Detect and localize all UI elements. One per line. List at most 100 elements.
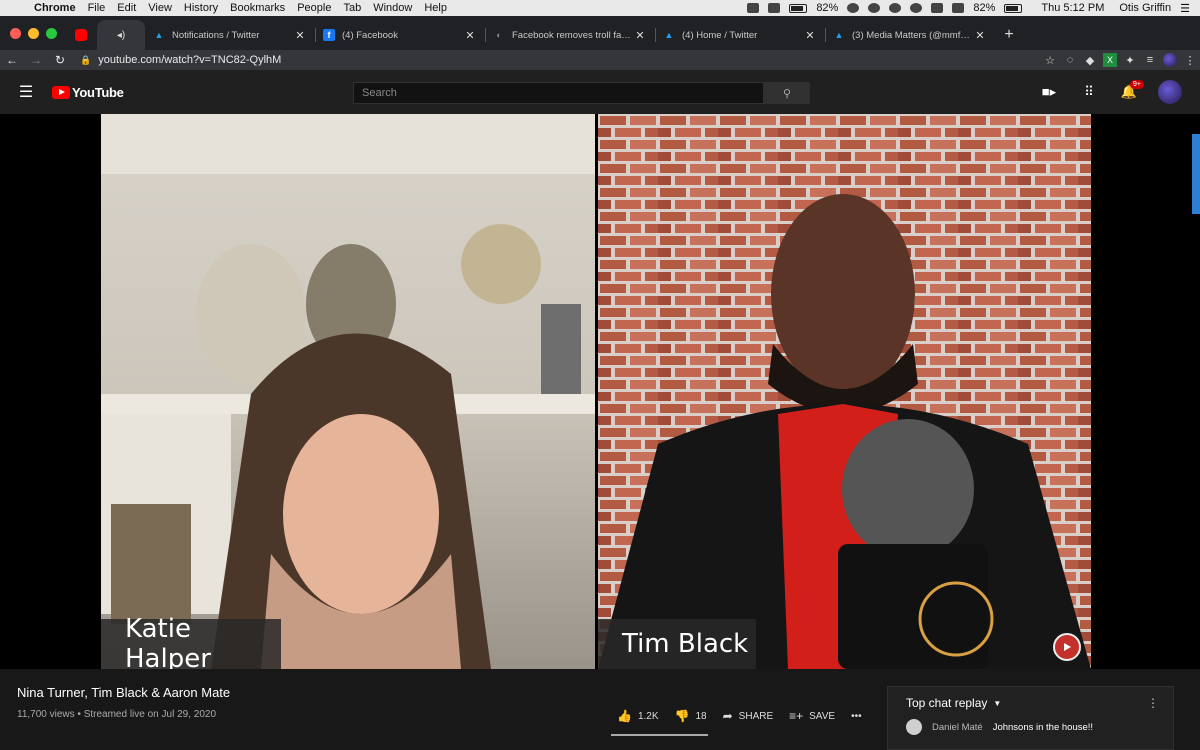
chevron-down-icon[interactable]: ▼ (993, 699, 1001, 708)
close-tab-icon[interactable]: ✕ (633, 29, 647, 42)
audio-playing-icon[interactable]: ◂) (117, 30, 125, 41)
menu-view[interactable]: View (142, 2, 178, 14)
url-text[interactable]: youtube.com/watch?v=TNC82-QylhM (98, 54, 281, 66)
close-window-button[interactable] (10, 27, 21, 39)
menu-tab[interactable]: Tab (337, 2, 367, 14)
facebook-icon: f (323, 29, 335, 41)
time-machine-icon[interactable] (889, 3, 902, 13)
save-button[interactable]: ≡+ SAVE (789, 709, 835, 723)
excel-extension-icon[interactable]: X (1103, 53, 1117, 67)
back-icon[interactable]: ← (0, 53, 24, 67)
youtube-header: ☰ YouTube Search ⚲ ■▸ ⠿ 🔔 9+ (0, 70, 1200, 114)
more-actions-button[interactable]: ••• (851, 711, 862, 722)
forward-icon[interactable]: → (24, 53, 48, 67)
chat-menu-icon[interactable]: ⋮ (1147, 696, 1173, 710)
minimize-window-button[interactable] (28, 27, 39, 39)
bookmark-star-icon[interactable]: ☆ (1040, 54, 1060, 67)
lock-icon[interactable]: 🔒 (80, 55, 91, 66)
profile-avatar-icon[interactable] (1160, 53, 1180, 67)
twitter-icon: ▲ (834, 30, 844, 40)
scrollbar-strip[interactable] (1192, 114, 1200, 669)
youtube-favicon-icon (75, 29, 87, 41)
new-tab-button[interactable]: + (995, 20, 1023, 50)
close-tab-icon[interactable]: ✕ (803, 29, 817, 42)
extension-icon[interactable]: ◌ (1060, 54, 1080, 66)
reload-icon[interactable]: ↻ (48, 53, 72, 67)
video-player[interactable]: Katie Halper Tim Black (0, 114, 1200, 669)
close-tab-icon[interactable]: ✕ (463, 29, 477, 42)
share-icon: ➦ (722, 709, 733, 723)
tab-facebook-troll-farm[interactable]: ◐ Facebook removes troll farm p ✕ (485, 20, 655, 50)
puzzle-extensions-icon[interactable]: ✦ (1120, 54, 1140, 67)
menu-window[interactable]: Window (367, 2, 418, 14)
youtube-logo[interactable]: YouTube (52, 85, 124, 100)
tab-pinned-youtube[interactable] (67, 20, 97, 50)
save-label: SAVE (809, 710, 836, 722)
search-button[interactable]: ⚲ (764, 82, 810, 104)
share-button[interactable]: ➦ SHARE (723, 709, 774, 723)
tab-facebook[interactable]: f (4) Facebook ✕ (315, 20, 485, 50)
control-center-icon[interactable]: ☰ (1180, 2, 1190, 15)
bluetooth-icon[interactable] (910, 3, 923, 13)
dropbox-icon[interactable] (747, 3, 760, 13)
menu-help[interactable]: Help (418, 2, 453, 14)
menu-history[interactable]: History (178, 2, 224, 14)
search-input[interactable]: Search (353, 82, 764, 104)
speaker-name-left: Katie Halper (101, 614, 281, 669)
thumbs-up-icon: 👍 (617, 709, 632, 723)
address-bar[interactable]: 🔒 youtube.com/watch?v=TNC82-QylhM (72, 51, 1040, 69)
tab-label: Facebook removes troll farm p (512, 29, 633, 41)
menu-people[interactable]: People (291, 2, 337, 14)
like-button[interactable]: 👍 1.2K (617, 709, 659, 723)
speaker-name-right: Tim Black (598, 619, 756, 669)
header-actions: ■▸ ⠿ 🔔 9+ (1038, 80, 1182, 104)
battery-icon-right[interactable] (1004, 3, 1023, 13)
screen-icon[interactable] (768, 3, 781, 13)
zoom-window-button[interactable] (46, 27, 57, 39)
hamburger-menu-icon[interactable]: ☰ (0, 82, 52, 102)
dropbox-extension-icon[interactable]: ◆ (1080, 54, 1100, 67)
menu-file[interactable]: File (82, 2, 112, 14)
create-video-icon[interactable]: ■▸ (1038, 84, 1060, 100)
more-icon: ••• (851, 710, 862, 722)
search-placeholder: Search (362, 87, 397, 99)
account-avatar[interactable] (1158, 80, 1182, 104)
video-title: Nina Turner, Tim Black & Aaron Mate (17, 685, 231, 700)
menu-extras: 82% 82% Thu 5:12 PM Otis Griffin ☰ (747, 2, 1200, 15)
battery-icon[interactable] (789, 3, 808, 13)
chat-mode-dropdown[interactable]: Top chat replay (906, 696, 987, 710)
battery-percent-left: 82% (816, 2, 839, 14)
close-tab-icon[interactable]: ✕ (973, 29, 987, 42)
tab-label: (3) Media Matters (@mmfa) / T (852, 29, 973, 41)
tab-active-youtube[interactable]: ◂) (97, 20, 145, 50)
tab-home-twitter[interactable]: ▲ (4) Home / Twitter ✕ (655, 20, 825, 50)
wifi-icon[interactable] (931, 3, 944, 13)
menu-chrome[interactable]: Chrome (28, 2, 82, 14)
tab-media-matters[interactable]: ▲ (3) Media Matters (@mmfa) / T ✕ (825, 20, 995, 50)
chrome-menu-icon[interactable]: ⋮ (1180, 54, 1200, 67)
tab-label: (4) Home / Twitter (682, 29, 758, 41)
menu-edit[interactable]: Edit (111, 2, 142, 14)
twitter-icon: ▲ (664, 30, 674, 40)
apps-grid-icon[interactable]: ⠿ (1078, 84, 1100, 100)
thumbs-down-icon: 👎 (674, 709, 690, 723)
volume-icon[interactable] (952, 3, 965, 13)
accessibility-icon[interactable] (847, 3, 860, 13)
youtube-watermark-icon[interactable] (1053, 633, 1081, 661)
chat-text: Johnsons in the house!! (992, 721, 1094, 733)
video-panel-left: Katie Halper (101, 114, 595, 669)
clock[interactable]: Thu 5:12 PM (1041, 2, 1104, 14)
notifications-bell-icon[interactable]: 🔔 9+ (1118, 80, 1144, 100)
chat-author[interactable]: Daniel Maté (932, 722, 983, 733)
menu-bookmarks[interactable]: Bookmarks (224, 2, 291, 14)
tab-notifications-twitter[interactable]: ▲ Notifications / Twitter ✕ (145, 20, 315, 50)
browser-toolbar: ← → ↻ 🔒 youtube.com/watch?v=TNC82-QylhM … (0, 50, 1200, 70)
spotlight-icon[interactable] (868, 3, 881, 13)
media-controls-icon[interactable]: ≡ (1140, 54, 1160, 66)
woman-in-living-room-illustration (101, 114, 595, 669)
user-name[interactable]: Otis Griffin (1119, 2, 1171, 14)
close-tab-icon[interactable]: ✕ (293, 29, 307, 42)
dislike-button[interactable]: 👎 18 (675, 709, 707, 723)
stream-date: Streamed live on Jul 29, 2020 (83, 709, 217, 720)
generic-icon: ◐ (496, 30, 502, 40)
